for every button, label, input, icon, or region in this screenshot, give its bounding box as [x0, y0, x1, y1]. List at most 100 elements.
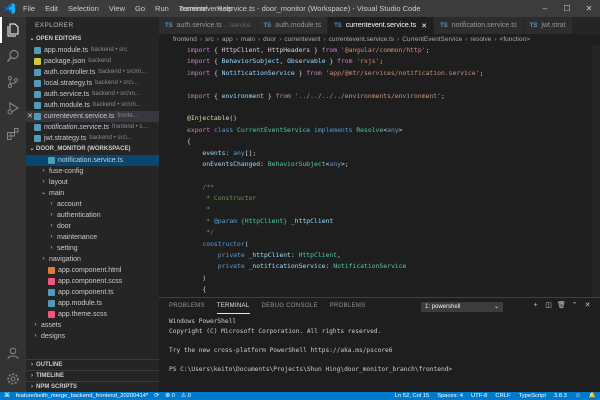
chevron-right-icon: › [42, 179, 45, 185]
error-count[interactable]: ⊗ 0 [165, 393, 175, 399]
breadcrumb-item[interactable]: CurrentEventService [402, 36, 462, 43]
account-icon[interactable] [0, 340, 26, 366]
open-editor-item[interactable]: auth.module.ts backend • src\m... [26, 100, 159, 111]
minimize-button[interactable]: – [534, 0, 556, 17]
breadcrumb-item[interactable]: main [241, 36, 255, 43]
open-editor-item[interactable]: ✕ currentevent.service.ts fronte... [26, 111, 159, 122]
split-terminal-icon[interactable]: ◫ [542, 301, 555, 311]
extensions-icon[interactable] [0, 121, 26, 147]
remote-icon[interactable]: ⌘ [4, 393, 10, 399]
tab-problems-2[interactable]: PROBLEMS [330, 298, 366, 314]
tree-folder[interactable]: › fuse-config [26, 166, 159, 177]
tab-terminal[interactable]: TERMINAL [216, 299, 250, 314]
tree-folder[interactable]: › authentication [26, 210, 159, 221]
breadcrumb-item[interactable]: resolve [470, 36, 491, 43]
search-icon[interactable] [0, 43, 26, 69]
menu-go[interactable]: Go [130, 0, 150, 17]
tree-file[interactable]: notification.service.ts [26, 155, 159, 166]
new-terminal-icon[interactable]: + [529, 301, 542, 311]
tree-file[interactable]: app.component.ts [26, 287, 159, 298]
explorer-icon[interactable] [0, 17, 26, 43]
ts-file-icon [34, 102, 41, 109]
chevron-right-icon: › [258, 36, 261, 43]
tree-folder[interactable]: › maintenance [26, 232, 159, 243]
breadcrumb-item[interactable]: <function> [500, 36, 530, 43]
git-branch[interactable]: feature/keith_merge_backend_frontend_202… [16, 393, 148, 399]
tree-folder[interactable]: › assets [26, 320, 159, 331]
menu-file[interactable]: File [18, 0, 40, 17]
open-editor-item[interactable]: notification.service.ts frontend • s... [26, 122, 159, 133]
tab-label: auth.module.ts [275, 22, 322, 29]
encoding[interactable]: UTF-8 [471, 393, 487, 399]
outline-section[interactable]: › OUTLINE [26, 359, 159, 370]
menu-selection[interactable]: Selection [63, 0, 104, 17]
code-editor[interactable]: import { HttpClient, HttpHeaders } from … [159, 45, 600, 297]
terminal-output[interactable]: Windows PowerShell Copyright (C) Microsof… [159, 314, 600, 374]
source-control-icon[interactable] [0, 69, 26, 95]
open-editors-header[interactable]: ⌄ OPEN EDITORS [26, 34, 159, 45]
tree-file[interactable]: app.module.ts [26, 298, 159, 309]
menu-edit[interactable]: Edit [40, 0, 63, 17]
terminal-select[interactable]: 1: powershell ⌄ [421, 302, 503, 312]
open-editor-item[interactable]: package.json backend [26, 56, 159, 67]
menu-terminal[interactable]: Terminal [174, 0, 212, 17]
close-panel-icon[interactable]: ✕ [581, 301, 594, 311]
language-mode[interactable]: TypeScript [519, 393, 546, 399]
tree-folder[interactable]: › layout [26, 177, 159, 188]
editor-tab[interactable]: TS jwt.strat [523, 17, 573, 34]
tree-folder[interactable]: › door [26, 221, 159, 232]
tree-folder[interactable]: ⌄ main [26, 188, 159, 199]
tree-folder[interactable]: › designs [26, 331, 159, 342]
tree-file[interactable]: app.component.scss [26, 276, 159, 287]
bottom-panel: PROBLEMS TERMINAL DEBUG CONSOLE PROBLEMS… [159, 297, 600, 392]
code-token: import [187, 46, 211, 54]
workspace-header[interactable]: ⌄ DOOR_MONITOR (WORKSPACE) [26, 144, 159, 155]
open-editor-item[interactable]: auth.controller.ts backend • src\m... [26, 67, 159, 78]
breadcrumb-item[interactable]: src [205, 36, 214, 43]
sync-icon[interactable]: ⟳ [154, 393, 159, 399]
npm-scripts-section[interactable]: › NPM SCRIPTS [26, 381, 159, 392]
tree-folder[interactable]: › setting [26, 243, 159, 254]
close-button[interactable]: ✕ [578, 0, 600, 17]
breadcrumb-item[interactable]: frontend [173, 36, 197, 43]
indentation[interactable]: Spaces: 4 [437, 393, 463, 399]
maximize-panel-icon[interactable]: ⌃ [568, 301, 581, 311]
close-icon[interactable]: ✕ [421, 22, 427, 30]
maximize-button[interactable]: ☐ [556, 0, 578, 17]
breadcrumb-item[interactable]: currentevent [284, 36, 320, 43]
tree-folder[interactable]: › navigation [26, 254, 159, 265]
editor-tab[interactable]: TS notification.service.ts [434, 17, 524, 34]
menu-run[interactable]: Run [150, 0, 174, 17]
notifications-bell-icon[interactable]: 🔔 [589, 393, 596, 399]
warning-count[interactable]: ⚠ 0 [181, 393, 191, 399]
menu-help[interactable]: Help [212, 0, 237, 17]
editor-tab[interactable]: TS auth.module.ts [257, 17, 329, 34]
manage-gear-icon[interactable] [0, 366, 26, 392]
editor-tab[interactable]: TS auth.service.ts ...\service [159, 17, 258, 34]
tree-folder[interactable]: › account [26, 199, 159, 210]
timeline-section[interactable]: › TIMELINE [26, 370, 159, 381]
tree-file[interactable]: app.component.html [26, 265, 159, 276]
editor-scrollbar[interactable] [592, 45, 600, 297]
tab-debug-console[interactable]: DEBUG CONSOLE [262, 298, 318, 314]
tree-file[interactable]: app.theme.scss [26, 309, 159, 320]
code-area[interactable]: import { HttpClient, HttpHeaders } from … [159, 45, 600, 297]
end-of-line[interactable]: CRLF [495, 393, 510, 399]
close-icon[interactable]: ✕ [26, 111, 34, 122]
menu-view[interactable]: View [104, 0, 130, 17]
tab-problems[interactable]: PROBLEMS [169, 298, 205, 314]
breadcrumb-item[interactable]: currentevent.service.ts [329, 36, 394, 43]
open-editor-item[interactable]: auth.service.ts backend • src\m... [26, 89, 159, 100]
open-editor-item[interactable]: jwt.strategy.ts backend • src\... [26, 133, 159, 144]
open-editor-item[interactable]: local.strategy.ts backend • src\... [26, 78, 159, 89]
ts-version[interactable]: 3.8.3 [554, 393, 567, 399]
feedback-icon[interactable]: ☺ [575, 393, 581, 399]
code-line: onEventsChanged: BehaviorSubject<any>; [159, 159, 600, 170]
kill-terminal-icon[interactable]: 🗑 [555, 301, 568, 311]
open-editor-item[interactable]: app.module.ts backend • src [26, 45, 159, 56]
editor-tab[interactable]: TS currentevent.service.ts ✕ [328, 17, 435, 34]
breadcrumb-item[interactable]: door [263, 36, 276, 43]
breadcrumb-item[interactable]: app [222, 36, 233, 43]
run-debug-icon[interactable] [0, 95, 26, 121]
cursor-position[interactable]: Ln 52, Col 15 [395, 393, 429, 399]
